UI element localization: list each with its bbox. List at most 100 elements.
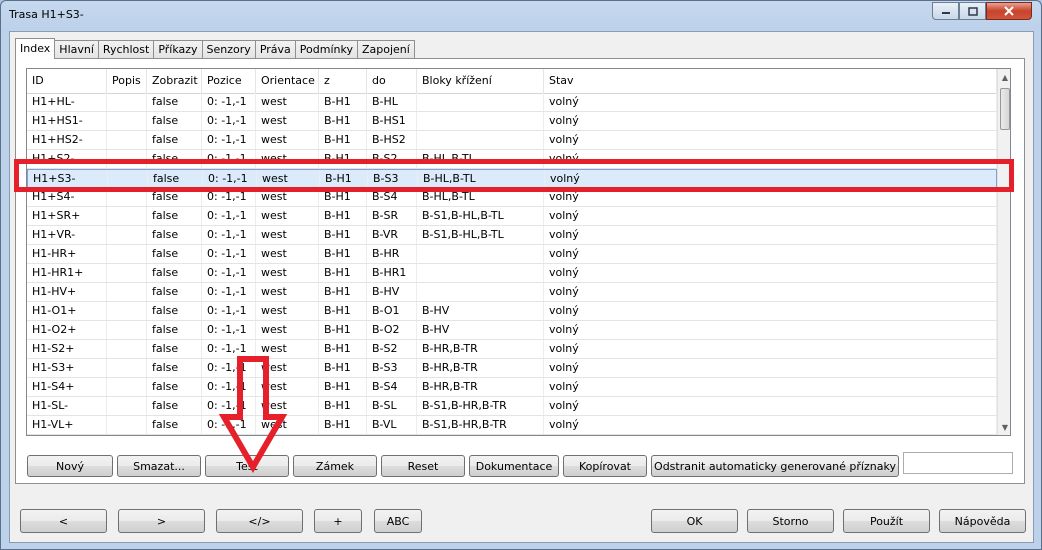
- table-cell: B-HR: [367, 245, 417, 263]
- copy-button[interactable]: Kopírovat: [563, 455, 647, 477]
- table-cell: 0: -1,-1: [202, 283, 256, 301]
- table-row[interactable]: H1-HR+ false 0: -1,-1 west B-H1 B-HR volný: [27, 245, 997, 264]
- table-cell: [417, 112, 544, 130]
- table-cell: false: [147, 93, 202, 111]
- close-button[interactable]: [986, 2, 1032, 20]
- table-cell: west: [256, 131, 319, 149]
- abc-button[interactable]: ABC: [374, 509, 422, 533]
- table-row[interactable]: H1-HR1+ false 0: -1,-1 west B-H1 B-HR1 volný: [27, 264, 997, 283]
- apply-button[interactable]: Použít: [843, 509, 930, 533]
- table-cell: volný: [544, 416, 997, 434]
- prev-button[interactable]: <: [20, 509, 107, 533]
- remove-auto-flags-button[interactable]: Odstranit automaticky generované příznak…: [651, 455, 899, 477]
- table-cell: volný: [544, 131, 997, 149]
- tab-zapojeni[interactable]: Zapojení: [356, 40, 415, 59]
- routes-table[interactable]: ID Popis Zobrazit Pozice Orientace z do Bloky k…: [26, 68, 1011, 436]
- col-position-header[interactable]: Pozice: [202, 69, 256, 93]
- table-cell: B-HV: [417, 321, 544, 339]
- tab-hlavni[interactable]: Hlavní: [54, 40, 99, 59]
- scroll-thumb[interactable]: [1000, 88, 1010, 130]
- table-row[interactable]: H1+VR-false 0: -1,-1 west B-H1 B-VR B-S1,B-HL…: [27, 226, 997, 245]
- maximize-button[interactable]: [959, 2, 986, 20]
- table-cell: 0: -1,-1: [202, 378, 256, 396]
- table-cell: west: [256, 302, 319, 320]
- table-cell: [417, 245, 544, 263]
- col-state-header[interactable]: Stav: [544, 69, 997, 93]
- table-row[interactable]: H1-O1+ false 0: -1,-1 west B-H1 B-O1 B-HV volný: [27, 302, 997, 321]
- table-row[interactable]: H1+S3- false 0: -1,-1 west B-H1 B-S3 B-HL,B-TL…: [27, 169, 998, 188]
- table-row[interactable]: H1-S3+ false 0: -1,-1 west B-H1 B-S3 B-HR,B-TR…: [27, 359, 997, 378]
- help-button[interactable]: Nápověda: [939, 509, 1026, 533]
- table-cell: H1+SR+: [27, 207, 107, 225]
- table-row[interactable]: H1+S2- false 0: -1,-1 west B-H1 B-S2 B-HL,B-TL…: [27, 150, 997, 169]
- table-cell: B-H1: [319, 245, 367, 263]
- table-cell: volný: [544, 207, 997, 225]
- filter-input[interactable]: [903, 452, 1013, 474]
- col-orientation-header[interactable]: Orientace: [256, 69, 319, 93]
- code-button[interactable]: </>: [216, 509, 303, 533]
- tab-podminky[interactable]: Podmínky: [294, 40, 358, 59]
- table-cell: B-S3: [368, 170, 418, 188]
- table-row[interactable]: H1-HV+ false 0: -1,-1 west B-H1 B-HV volný: [27, 283, 997, 302]
- table-row[interactable]: H1+SR+ false 0: -1,-1 west B-H1 B-SR B-S1,B-HL…: [27, 207, 997, 226]
- table-cell: [417, 264, 544, 282]
- lock-button[interactable]: Zámek: [293, 455, 377, 477]
- vertical-scrollbar[interactable]: ▲ ▼: [997, 69, 1010, 435]
- ok-button[interactable]: OK: [651, 509, 738, 533]
- next-button[interactable]: >: [118, 509, 205, 533]
- table-row[interactable]: H1+HS1- false 0: -1,-1 west B-H1 B-HS1 volný: [27, 112, 997, 131]
- table-cell: B-HR,B-TR: [417, 359, 544, 377]
- table-cell: H1+HL-: [27, 93, 107, 111]
- col-description-header[interactable]: Popis: [107, 69, 147, 93]
- table-cell: B-S3: [367, 359, 417, 377]
- col-to-header[interactable]: do: [367, 69, 417, 93]
- table-row[interactable]: H1-S2+ false 0: -1,-1 west B-H1 B-S2 B-HR,B-TR…: [27, 340, 997, 359]
- table-row[interactable]: H1-O2+ false 0: -1,-1 west B-H1 B-O2 B-HV volný: [27, 321, 997, 340]
- table-cell: false: [147, 226, 202, 244]
- table-cell: volný: [544, 93, 997, 111]
- col-from-header[interactable]: z: [319, 69, 367, 93]
- tab-senzory[interactable]: Senzory: [201, 40, 256, 59]
- table-row[interactable]: H1-SL-false 0: -1,-1 west B-H1 B-SL B-S1,B-HR…: [27, 397, 997, 416]
- table-cell: [107, 93, 147, 111]
- tab-strip: Index Hlavní Rychlost Příkazy Senzory Práva Po…: [15, 38, 415, 59]
- tab-prikazy[interactable]: Příkazy: [153, 40, 203, 59]
- reset-button[interactable]: Reset: [381, 455, 465, 477]
- table-row[interactable]: H1+HL-false 0: -1,-1 west B-H1 B-HL volný: [27, 93, 997, 112]
- new-button[interactable]: Nový: [27, 455, 113, 477]
- table-cell: false: [148, 170, 203, 188]
- scroll-down-icon[interactable]: ▼: [998, 419, 1010, 435]
- table-row[interactable]: H1-S4+ false 0: -1,-1 west B-H1 B-S4 B-HR,B-TR…: [27, 378, 997, 397]
- plus-button[interactable]: +: [314, 509, 362, 533]
- table-cell: B-S4: [367, 188, 417, 206]
- table-cell: B-H1: [319, 397, 367, 415]
- table-cell: B-SR: [367, 207, 417, 225]
- table-cell: B-HS2: [367, 131, 417, 149]
- table-cell: west: [256, 93, 319, 111]
- table-row[interactable]: H1+HS2- false 0: -1,-1 west B-H1 B-HS2 volný: [27, 131, 997, 150]
- col-id-header[interactable]: ID: [27, 69, 107, 93]
- table-cell: B-H1: [319, 93, 367, 111]
- col-show-header[interactable]: Zobrazit: [147, 69, 202, 93]
- table-cell: H1-O2+: [27, 321, 107, 339]
- table-cell: [417, 131, 544, 149]
- table-cell: B-VL: [367, 416, 417, 434]
- col-crossing-blocks-header[interactable]: Bloky křížení: [417, 69, 544, 93]
- cancel-button[interactable]: Storno: [747, 509, 834, 533]
- tab-index[interactable]: Index: [15, 38, 56, 59]
- minimize-button[interactable]: [932, 2, 959, 20]
- table-cell: B-H1: [320, 170, 368, 188]
- scroll-up-icon[interactable]: ▲: [998, 69, 1010, 85]
- test-button[interactable]: Test: [205, 455, 289, 477]
- table-row[interactable]: H1+S4- false 0: -1,-1 west B-H1 B-S4 B-HL,B-TL…: [27, 188, 997, 207]
- table-cell: H1-SL-: [27, 397, 107, 415]
- delete-button[interactable]: Smazat...: [117, 455, 201, 477]
- table-cell: [107, 302, 147, 320]
- documentation-button[interactable]: Dokumentace: [469, 455, 559, 477]
- table-row[interactable]: H1-VL+ false 0: -1,-1 west B-H1 B-VL B-S1,B-HR…: [27, 416, 997, 435]
- table-cell: [107, 112, 147, 130]
- table-cell: 0: -1,-1: [202, 321, 256, 339]
- tab-rychlost[interactable]: Rychlost: [97, 40, 155, 59]
- table-cell: west: [256, 245, 319, 263]
- tab-prava[interactable]: Práva: [254, 40, 296, 59]
